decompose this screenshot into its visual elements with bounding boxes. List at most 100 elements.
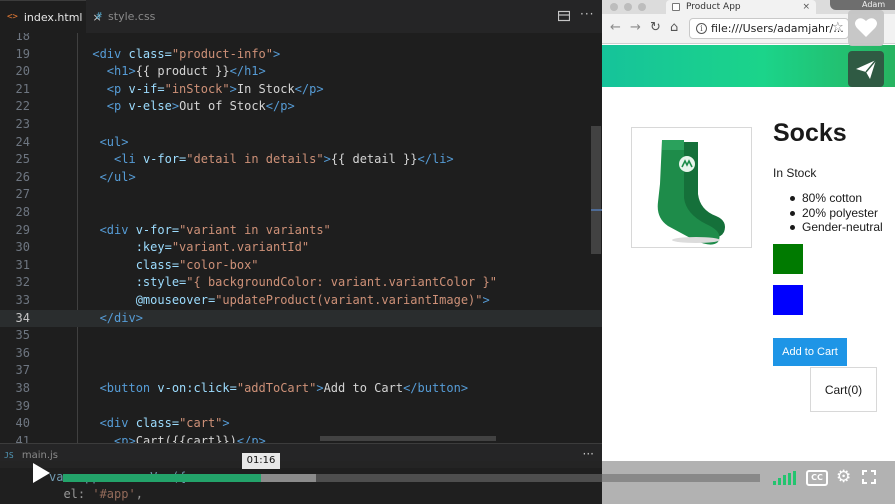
code-line[interactable]: 22 <p v-else>Out of Stock</p> (0, 98, 602, 116)
code-editor: <> index.html × # style.css ··· 18 19 <di… (0, 0, 602, 504)
code-line[interactable]: 40 <div class="cart"> (0, 415, 602, 433)
product-details-list: 80% cotton 20% polyester Gender-neutral (790, 191, 883, 235)
share-button[interactable] (848, 51, 884, 87)
color-box-green[interactable] (773, 244, 803, 274)
js-file-icon: JS (4, 451, 14, 460)
window-minimize-icon[interactable] (624, 3, 632, 11)
screen: <> index.html × # style.css ··· 18 19 <di… (0, 0, 895, 504)
code-text: </div> (99, 310, 143, 325)
cart-box: Cart(0) (810, 367, 877, 412)
play-icon[interactable] (33, 463, 50, 483)
tab-style-css[interactable]: # style.css (86, 0, 178, 33)
line-number: 29 (15, 222, 30, 237)
add-to-cart-button[interactable]: Add to Cart (773, 338, 847, 366)
code-line[interactable]: 23 (0, 116, 602, 134)
code-line[interactable]: 37 (0, 362, 602, 380)
code-line[interactable]: 32 :style="{ backgroundColor: variant.va… (0, 274, 602, 292)
line-number: 35 (15, 328, 30, 343)
more-actions-icon[interactable]: ··· (580, 7, 594, 21)
window-close-icon[interactable] (610, 3, 618, 11)
close-icon[interactable]: × (802, 0, 810, 14)
vertical-scrollbar[interactable] (591, 126, 601, 254)
product-image (631, 127, 752, 248)
code-line[interactable]: 31 class="color-box" (0, 257, 602, 275)
code-line[interactable]: 34 </div> (0, 309, 602, 328)
url-text: file:///Users/adamjahr/... (711, 22, 844, 35)
product-title: Socks (773, 119, 847, 147)
code-line[interactable]: 19 <div class="product-info"> (0, 46, 602, 64)
back-arrow-icon[interactable]: ← (610, 20, 621, 35)
code-text: <h1>{{ product }}</h1> (106, 64, 266, 79)
video-player-controls (0, 461, 895, 504)
code-line[interactable]: 36 (0, 345, 602, 363)
more-actions-icon[interactable]: ··· (583, 447, 594, 461)
browser-tab-title: Product App (686, 2, 741, 12)
fullscreen-icon[interactable] (862, 470, 876, 484)
line-number: 31 (15, 257, 30, 272)
tab-main-js[interactable]: JS main.js (4, 450, 58, 461)
code-text: <ul> (99, 134, 129, 149)
code-line[interactable]: 39 (0, 398, 602, 416)
code-text: <p v-else>Out of Stock</p> (106, 99, 295, 114)
line-number: 41 (15, 433, 30, 443)
code-line[interactable]: 18 (0, 33, 602, 46)
code-line[interactable]: 33 @mouseover="updateProduct(variant.var… (0, 292, 602, 310)
sock-image (657, 140, 725, 245)
settings-gear-icon[interactable]: ⚙ (836, 467, 851, 487)
info-icon[interactable]: i (696, 23, 707, 34)
split-editor-icon[interactable] (558, 10, 570, 22)
code-line[interactable]: 28 (0, 204, 602, 222)
code-text: <p>Cart({{cart}})</p> (114, 433, 266, 443)
heart-icon (855, 18, 877, 37)
code-line[interactable]: 41 <p>Cart({{cart}})</p> (0, 433, 602, 443)
code-text: <p v-if="inStock">In Stock</p> (106, 81, 324, 96)
like-button[interactable] (848, 10, 884, 46)
profile-chip[interactable]: Adam (830, 0, 895, 10)
code-text: :style="{ backgroundColor: variant.varia… (135, 275, 497, 290)
profile-name: Adam (862, 0, 886, 9)
line-number: 30 (15, 240, 30, 255)
line-number: 38 (15, 381, 30, 395)
html-file-icon: <> (7, 12, 18, 22)
code-text: class="color-box" (135, 257, 259, 272)
tab-index-html[interactable]: <> index.html × (0, 0, 102, 33)
code-line[interactable]: 30 :key="variant.variantId" (0, 239, 602, 257)
code-line[interactable]: 27 (0, 186, 602, 204)
window-zoom-icon[interactable] (638, 3, 646, 11)
paper-plane-icon (856, 59, 877, 79)
address-bar[interactable]: i file:///Users/adamjahr/... (689, 18, 849, 39)
reload-icon[interactable]: ↻ (650, 20, 661, 35)
volume-icon[interactable] (773, 471, 797, 485)
code-line[interactable]: 26 </ul> (0, 169, 602, 187)
code-text: <div class="product-info"> (92, 46, 281, 61)
code-text: <button v-on:click="addToCart">Add to Ca… (99, 381, 469, 395)
line-number: 28 (15, 205, 30, 219)
code-text: @mouseover="updateProduct(variant.varian… (135, 293, 490, 307)
code-line[interactable]: 24 <ul> (0, 134, 602, 152)
captions-button[interactable]: CC (806, 470, 828, 486)
line-number: 27 (15, 187, 30, 202)
color-box-blue[interactable] (773, 285, 803, 315)
code-line[interactable]: 29 <div v-for="variant in variants" (0, 222, 602, 240)
code-line[interactable]: 20 <h1>{{ product }}</h1> (0, 63, 602, 81)
horizontal-scrollbar[interactable] (320, 436, 496, 441)
code-line[interactable]: 21 <p v-if="inStock">In Stock</p> (0, 81, 602, 99)
forward-arrow-icon[interactable]: → (630, 20, 641, 35)
line-number: 36 (15, 345, 30, 360)
code-line[interactable]: 25 <li v-for="detail in details">{{ deta… (0, 151, 602, 169)
code-text: <div class="cart"> (99, 416, 230, 431)
css-file-icon: # (96, 11, 103, 22)
code-text: <div v-for="variant in variants" (99, 222, 331, 237)
line-number: 25 (15, 152, 30, 167)
home-icon[interactable]: ⌂ (670, 20, 678, 35)
line-number: 18 (15, 33, 30, 43)
bookmark-star-icon[interactable]: ☆ (832, 20, 844, 35)
browser-tab-product-app[interactable]: Product App × (666, 0, 816, 14)
line-number: 34 (15, 310, 30, 325)
code-text: <li v-for="detail in details">{{ detail … (114, 152, 454, 167)
line-number: 24 (15, 134, 30, 149)
code-line[interactable]: 35 (0, 327, 602, 345)
code-area[interactable]: 18 19 <div class="product-info"> 20 <h1>{{… (0, 33, 602, 443)
code-line[interactable]: 38 <button v-on:click="addToCart">Add to… (0, 380, 602, 398)
line-number: 32 (15, 275, 30, 290)
